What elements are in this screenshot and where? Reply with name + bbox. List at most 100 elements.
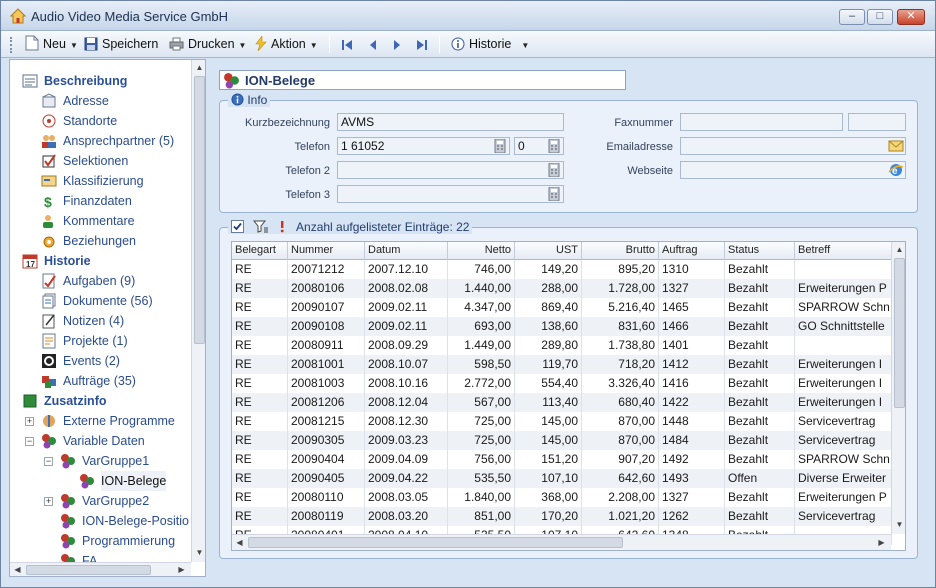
cell-netto: 851,00: [448, 507, 515, 526]
column-header-ust[interactable]: UST: [515, 242, 582, 260]
cell-datum: 2009.04.22: [365, 469, 448, 488]
scroll-thumb[interactable]: [194, 76, 205, 344]
table-row[interactable]: RE 20090404 2009.04.09 756,00 151,20 907,20 14…: [232, 450, 892, 469]
chevron-down-icon[interactable]: ▼: [521, 41, 529, 50]
sidebar-horizontal-scrollbar[interactable]: ◀ ▶: [10, 562, 191, 576]
column-header-nummer[interactable]: Nummer: [288, 242, 365, 260]
action-button[interactable]: Aktion ▼: [255, 35, 318, 54]
scroll-right-icon[interactable]: ▶: [174, 565, 189, 574]
table-row[interactable]: RE 20090305 2009.03.23 725,00 145,00 870,00 14…: [232, 431, 892, 450]
cell-ust: 368,00: [515, 488, 582, 507]
chevron-down-icon[interactable]: ▼: [70, 41, 78, 50]
scroll-thumb[interactable]: [894, 258, 905, 408]
email-field[interactable]: [680, 137, 906, 155]
print-button[interactable]: Drucken ▼: [169, 35, 246, 54]
telefon-field[interactable]: 1 61052: [337, 137, 510, 155]
toolbar-grip[interactable]: [10, 37, 13, 53]
scroll-up-icon[interactable]: ▲: [892, 245, 905, 254]
telefon-extension-field[interactable]: 0: [514, 137, 564, 155]
save-button[interactable]: Speichern: [84, 35, 158, 54]
cell-status: Bezahlt: [725, 279, 795, 298]
table-row[interactable]: RE 20081001 2008.10.07 598,50 119,70 718,20 14…: [232, 355, 892, 374]
cell-nummer: 20090404: [288, 450, 365, 469]
scroll-thumb[interactable]: [26, 565, 151, 575]
table-row[interactable]: RE 20090108 2009.02.11 693,00 138,60 831,60 14…: [232, 317, 892, 336]
cell-status: Bezahlt: [725, 393, 795, 412]
cell-datum: 2008.12.30: [365, 412, 448, 431]
grid-vertical-scrollbar[interactable]: ▲ ▼: [891, 242, 905, 534]
collapse-icon[interactable]: −: [25, 437, 34, 446]
webseite-field[interactable]: e: [680, 161, 906, 179]
sidebar-vertical-scrollbar[interactable]: ▲ ▼: [191, 60, 205, 562]
new-button[interactable]: Neu ▼: [25, 35, 78, 54]
table-row[interactable]: RE 20080106 2008.02.08 1.440,00 288,00 1.728,…: [232, 279, 892, 298]
browser-icon[interactable]: e: [888, 163, 904, 177]
first-record-button[interactable]: [341, 35, 357, 54]
table-row[interactable]: RE 20090107 2009.02.11 4.347,00 869,40 5.216,…: [232, 298, 892, 317]
maximize-button[interactable]: □: [867, 9, 893, 25]
table-row[interactable]: RE 20081206 2008.12.04 567,00 113,40 680,40 14…: [232, 393, 892, 412]
cell-auftrag: 1492: [659, 450, 725, 469]
next-record-button[interactable]: [392, 35, 406, 54]
toolbar-separator: [329, 36, 330, 53]
cell-auftrag: 1327: [659, 279, 725, 298]
expand-icon[interactable]: +: [25, 417, 34, 426]
phone-icon[interactable]: [546, 163, 562, 177]
column-header-auftrag[interactable]: Auftrag: [659, 242, 725, 260]
table-row[interactable]: RE 20090405 2009.04.22 535,50 107,10 642,60 14…: [232, 469, 892, 488]
cell-auftrag: 1262: [659, 507, 725, 526]
table-row[interactable]: RE 20081215 2008.12.30 725,00 145,00 870,00 14…: [232, 412, 892, 431]
column-header-brutto[interactable]: Brutto: [582, 242, 659, 260]
telefon2-field[interactable]: [337, 161, 564, 179]
table-row[interactable]: RE 20080911 2008.09.29 1.449,00 289,80 1.738,…: [232, 336, 892, 355]
cell-betreff: Erweiterungen I: [795, 374, 892, 393]
previous-record-button[interactable]: [368, 35, 382, 54]
column-header-status[interactable]: Status: [725, 242, 795, 260]
expand-icon[interactable]: +: [44, 497, 53, 506]
scroll-right-icon[interactable]: ▶: [874, 538, 889, 547]
phone-icon[interactable]: [546, 139, 562, 153]
classification-icon: [41, 175, 57, 187]
faxnummer-extension-field[interactable]: [848, 113, 906, 131]
collapse-icon[interactable]: −: [44, 457, 53, 466]
last-record-button[interactable]: [416, 35, 432, 54]
exclamation-icon[interactable]: [277, 220, 287, 233]
kurzbezeichnung-field[interactable]: AVMS: [337, 113, 564, 131]
scroll-down-icon[interactable]: ▼: [892, 520, 905, 529]
history-button[interactable]: Historie ▼: [451, 35, 529, 54]
info-group-label: Info: [228, 93, 271, 107]
table-row[interactable]: RE 20081003 2008.10.16 2.772,00 554,40 3.326,…: [232, 374, 892, 393]
events-icon: [42, 354, 56, 368]
checkbox-icon[interactable]: [231, 220, 244, 233]
cell-belegart: RE: [232, 374, 288, 393]
cell-status: Offen: [725, 469, 795, 488]
cell-netto: 4.347,00: [448, 298, 515, 317]
scroll-left-icon[interactable]: ◀: [10, 565, 25, 574]
column-header-belegart[interactable]: Belegart: [232, 242, 288, 260]
table-row[interactable]: RE 20080110 2008.03.05 1.840,00 368,00 2.208,…: [232, 488, 892, 507]
scroll-up-icon[interactable]: ▲: [192, 63, 205, 72]
envelope-icon[interactable]: [888, 139, 904, 153]
column-header-datum[interactable]: Datum: [365, 242, 448, 260]
cell-status: Bezahlt: [725, 298, 795, 317]
cell-betreff: [795, 336, 892, 355]
telefon3-field[interactable]: [337, 185, 564, 203]
table-row[interactable]: RE 20080119 2008.03.20 851,00 170,20 1.021,20…: [232, 507, 892, 526]
table-row[interactable]: RE 20071212 2007.12.10 746,00 149,20 895,20 13…: [232, 260, 892, 279]
chevron-down-icon[interactable]: ▼: [239, 41, 247, 50]
column-header-netto[interactable]: Netto: [448, 242, 515, 260]
grid-horizontal-scrollbar[interactable]: ◀ ▶: [232, 534, 891, 550]
column-header-betreff[interactable]: Betreff: [795, 242, 892, 260]
scroll-down-icon[interactable]: ▼: [192, 548, 205, 557]
scroll-left-icon[interactable]: ◀: [232, 538, 247, 547]
title-bar[interactable]: Audio Video Media Service GmbH – □ ✕: [1, 1, 935, 31]
cell-datum: 2009.02.11: [365, 298, 448, 317]
faxnummer-field[interactable]: [680, 113, 843, 131]
filter-icon[interactable]: [253, 220, 269, 233]
close-button[interactable]: ✕: [897, 9, 925, 25]
chevron-down-icon[interactable]: ▼: [310, 41, 318, 50]
phone-icon[interactable]: [546, 187, 562, 201]
phone-icon[interactable]: [492, 139, 508, 153]
scroll-thumb[interactable]: [248, 537, 623, 548]
minimize-button[interactable]: –: [839, 9, 865, 25]
